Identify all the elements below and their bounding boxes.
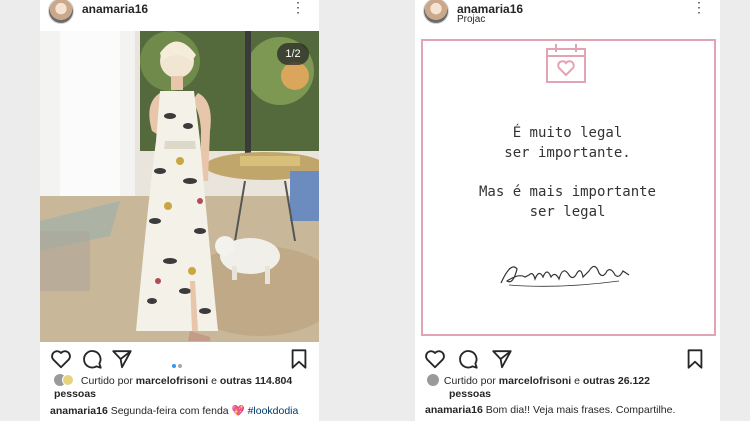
calendar-heart-icon	[546, 44, 586, 83]
post-2: anamaria16 Projac ⋮ É muito legal ser im…	[415, 0, 720, 421]
liked-by-count[interactable]: outras 26.122	[583, 375, 650, 387]
share-icon[interactable]	[111, 348, 133, 370]
heart-icon: 💖	[231, 405, 245, 417]
comment-icon[interactable]	[81, 348, 103, 370]
carousel-dot	[178, 364, 182, 368]
like-icon[interactable]	[50, 348, 72, 370]
liked-by-suffix[interactable]: pessoas	[449, 388, 491, 400]
caption: anamaria16 Bom dia!! Veja mais frases. C…	[425, 404, 716, 416]
quote-line: Mas é mais importante	[478, 184, 656, 200]
caption-username[interactable]: anamaria16	[425, 404, 483, 416]
post-photo[interactable]: 1/2	[40, 31, 319, 342]
location-label[interactable]: Projac	[457, 14, 485, 25]
quote-line: É muito legal	[512, 125, 623, 141]
likes-summary[interactable]: Curtido por marcelofrisoni e outras 26.1…	[427, 374, 714, 401]
comment-icon[interactable]	[457, 348, 479, 370]
more-options-icon[interactable]: ⋮	[692, 0, 706, 14]
quote-line: ser importante.	[504, 145, 631, 161]
like-icon[interactable]	[424, 348, 446, 370]
carousel-dot-active	[172, 364, 176, 368]
post-1: anamaria16 ⋮ 1/2 Curtido por marcelofris…	[40, 0, 319, 421]
liked-by-conjunction: e	[211, 375, 217, 387]
quote-line: ser legal	[529, 204, 606, 220]
quote-block-1: É muito legal ser importante.	[415, 123, 720, 163]
quote-card[interactable]: É muito legal ser importante. Mas é mais…	[415, 31, 720, 342]
more-options-icon[interactable]: ⋮	[291, 0, 305, 14]
liker-avatar	[427, 374, 439, 386]
liker-avatar	[62, 374, 74, 386]
liked-by-count[interactable]: outras 114.804	[220, 375, 292, 387]
quote-block-2: Mas é mais importante ser legal	[415, 182, 720, 222]
save-icon[interactable]	[288, 348, 310, 370]
username[interactable]: anamaria16	[82, 2, 148, 16]
photo-illustration	[40, 31, 319, 342]
liked-by-label: Curtido por	[443, 375, 496, 387]
carousel-indicator	[171, 355, 183, 373]
likes-summary[interactable]: Curtido por marcelofrisoni e outras 114.…	[54, 374, 313, 401]
post-header: anamaria16 Projac ⋮	[415, 0, 720, 30]
avatar[interactable]	[423, 0, 449, 24]
image-counter-badge: 1/2	[277, 43, 309, 65]
save-icon[interactable]	[684, 348, 706, 370]
caption-text: Bom dia!! Veja mais frases. Compartilhe.	[485, 404, 676, 416]
share-icon[interactable]	[491, 348, 513, 370]
post-header: anamaria16 ⋮	[40, 0, 319, 30]
caption-username[interactable]: anamaria16	[50, 405, 108, 417]
liked-by-user[interactable]: marcelofrisoni	[499, 375, 571, 387]
liked-by-suffix[interactable]: pessoas	[54, 388, 96, 400]
liked-by-conjunction: e	[574, 375, 580, 387]
hashtag-link[interactable]: #lookdodia	[248, 405, 299, 417]
avatar[interactable]	[48, 0, 74, 24]
signature	[500, 265, 630, 287]
caption: anamaria16 Segunda-feira com fenda 💖 #lo…	[50, 404, 315, 417]
liked-by-user[interactable]: marcelofrisoni	[136, 375, 208, 387]
action-bar	[415, 344, 720, 372]
caption-text: Segunda-feira com fenda	[110, 405, 229, 417]
liked-by-label: Curtido por	[80, 375, 133, 387]
